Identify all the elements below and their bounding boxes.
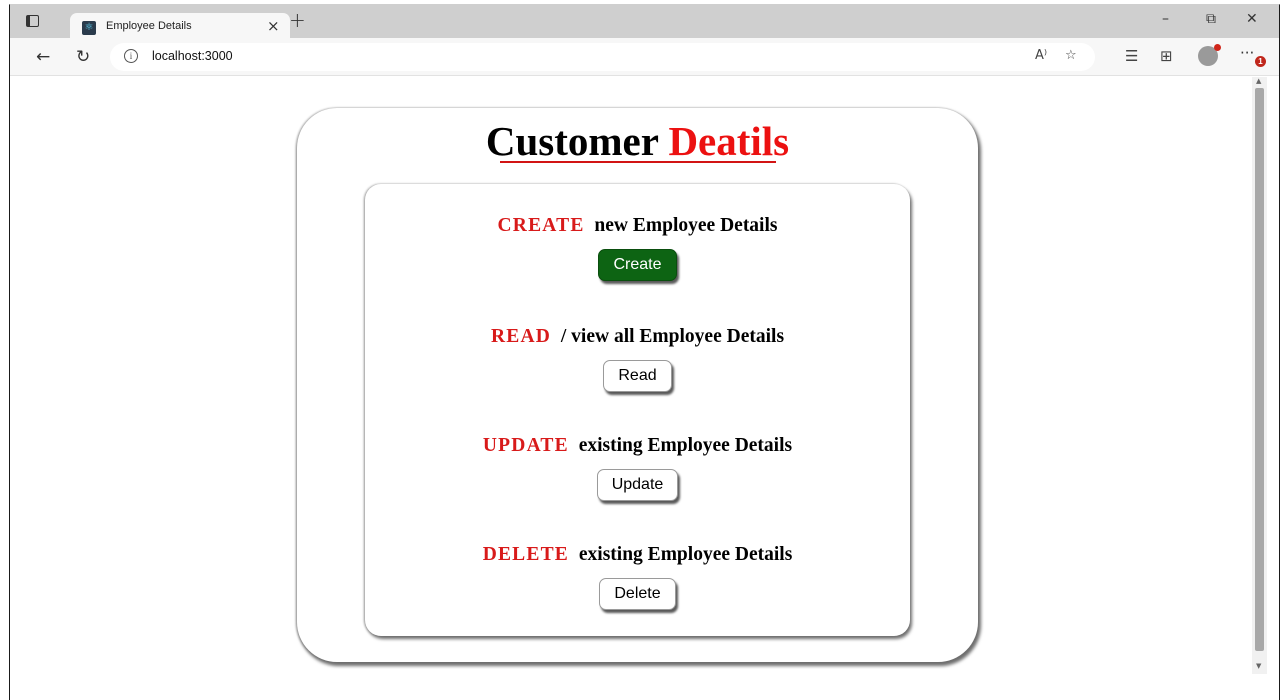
site-info-icon[interactable]: i [124, 49, 138, 63]
notification-badge: 1 [1255, 56, 1266, 67]
update-text: existing Employee Details [578, 435, 793, 456]
create-section: CREATE new Employee Details Create [365, 215, 910, 281]
tab-bar: ⚛ Employee Details × + – ⧉ ✕ [10, 5, 1279, 43]
crud-actions-panel: CREATE new Employee Details Create READ … [365, 184, 910, 636]
create-keyword: CREATE [497, 215, 585, 236]
restore-button[interactable]: ⧉ [1206, 11, 1216, 27]
read-keyword: READ [490, 326, 552, 347]
add-favorite-icon[interactable]: ☆ [1065, 48, 1077, 63]
delete-heading: DELETE existing Employee Details [365, 544, 910, 566]
back-button[interactable]: ← [36, 47, 50, 67]
create-text: new Employee Details [594, 215, 778, 236]
title-main: Customer [485, 118, 659, 164]
delete-section: DELETE existing Employee Details Delete [365, 544, 910, 610]
customer-details-card: Customer Deatils CREATE new Employee Det… [297, 108, 978, 662]
url-text[interactable]: localhost:3000 [152, 49, 233, 63]
read-text: / view all Employee Details [560, 326, 785, 347]
tab-close-icon[interactable]: × [267, 17, 280, 35]
update-section: UPDATE existing Employee Details Update [365, 435, 910, 501]
close-window-button[interactable]: ✕ [1246, 11, 1258, 27]
update-button[interactable]: Update [596, 469, 679, 501]
title-accent: Deatils [668, 118, 790, 164]
browser-toolbar: ← ↻ i localhost:3000 A⁾ ☆ ☰ ⊞ ··· 1 [10, 38, 1279, 76]
scroll-down-icon[interactable]: ▼ [1256, 662, 1261, 670]
read-section: READ / view all Employee Details Read [365, 326, 910, 392]
create-heading: CREATE new Employee Details [365, 215, 910, 237]
delete-keyword: DELETE [482, 544, 570, 565]
collections-icon[interactable]: ⊞ [1160, 47, 1173, 65]
update-keyword: UPDATE [482, 435, 569, 456]
new-tab-button[interactable]: + [289, 8, 306, 32]
tab-actions-icon[interactable] [26, 15, 39, 27]
refresh-button[interactable]: ↻ [76, 47, 90, 67]
update-heading: UPDATE existing Employee Details [365, 435, 910, 457]
vertical-scrollbar[interactable]: ▲ ▼ [1252, 77, 1267, 674]
create-button[interactable]: Create [598, 249, 677, 281]
tab-title: Employee Details [106, 20, 192, 32]
delete-button[interactable]: Delete [599, 578, 676, 610]
address-bar[interactable]: i localhost:3000 A⁾ ☆ [110, 43, 1095, 71]
profile-avatar[interactable] [1198, 44, 1221, 66]
read-aloud-icon[interactable]: A⁾ [1035, 48, 1047, 63]
page-title: Customer Deatils [297, 117, 978, 165]
title-underline [500, 161, 776, 163]
react-favicon-icon: ⚛ [82, 21, 96, 35]
more-options-button[interactable]: ··· [1240, 44, 1254, 62]
favorites-icon[interactable]: ☰ [1125, 47, 1138, 65]
scroll-up-icon[interactable]: ▲ [1256, 77, 1261, 85]
read-heading: READ / view all Employee Details [365, 326, 910, 348]
read-button[interactable]: Read [603, 360, 672, 392]
minimize-button[interactable]: – [1162, 11, 1169, 27]
scroll-thumb[interactable] [1255, 88, 1264, 651]
delete-text: existing Employee Details [578, 544, 793, 565]
